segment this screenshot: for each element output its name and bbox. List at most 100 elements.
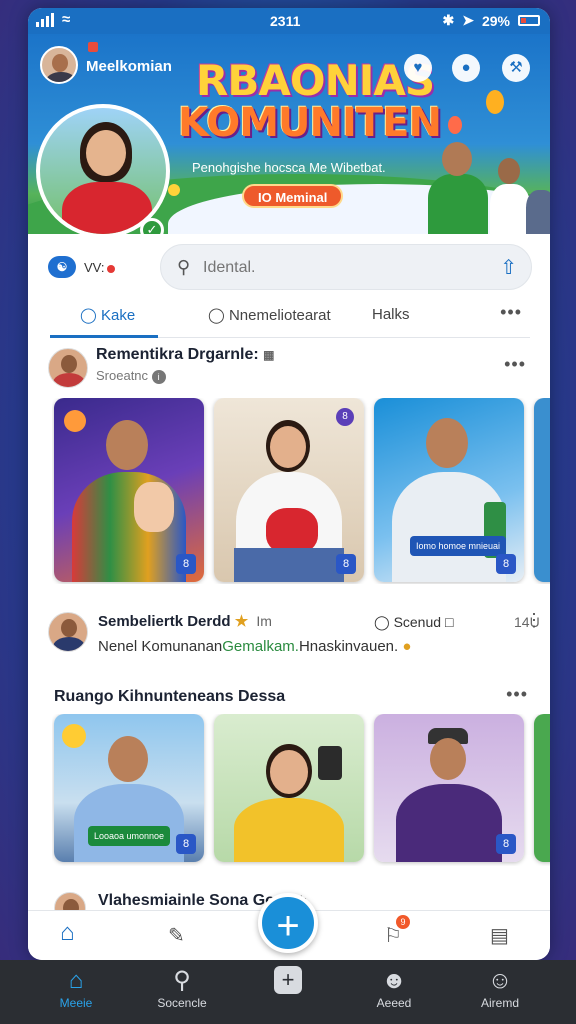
confetti	[88, 42, 98, 52]
dog-icon[interactable]: ●	[452, 54, 480, 82]
tools-icon[interactable]: ⚒	[502, 54, 530, 82]
media-card[interactable]: Looaoa umonnoe 8	[54, 714, 204, 862]
comment-text-prefix: Nenel Komunanan	[98, 638, 223, 655]
active-tab-indicator	[50, 335, 158, 338]
media-carousel[interactable]: Looaoa umonnoe 8 8	[52, 714, 550, 866]
info-icon: i	[151, 370, 166, 384]
search-bar[interactable]: ⚲ ⇧	[160, 244, 532, 290]
avatar[interactable]	[48, 612, 88, 652]
community-banner: Meelkomian RBAONIAS KOMUNITEN Penohgishe…	[28, 34, 550, 234]
media-badge: 8	[176, 834, 196, 854]
person-shirt	[396, 784, 502, 862]
nav-profile[interactable]: ☺ Airemd	[460, 966, 540, 1010]
post-header: Rementikra Drgarnle: ▦ Sroeatnc i •••	[48, 344, 530, 394]
person-head	[270, 750, 308, 794]
person-shirt	[74, 784, 184, 862]
comment-icon: ◯	[208, 307, 225, 324]
messages-icon[interactable]: ▤	[490, 923, 509, 948]
signal-icon	[36, 13, 54, 27]
tab-halks[interactable]: Halks	[372, 306, 410, 323]
balloon	[486, 90, 504, 114]
more-icon[interactable]: •••	[500, 302, 522, 323]
profile-icon: ☺	[487, 967, 513, 994]
search-icon: ⚲	[173, 967, 191, 994]
app-logo-icon[interactable]: ☯	[48, 256, 76, 278]
bluetooth-icon: ✱	[442, 12, 455, 28]
person-figure	[526, 190, 550, 234]
post-meta: Sroeatnc i	[96, 368, 166, 384]
app-window: ≈ 2311 ✱ ➤ 29% Meelkomian RBAONIAS KOMUN…	[28, 8, 550, 960]
nav-people[interactable]: ☻ Aeeed	[354, 966, 434, 1010]
section-options-icon[interactable]: •••	[506, 684, 528, 705]
app-label: VV:	[84, 260, 116, 275]
like-icon: □	[444, 614, 454, 630]
channel-name[interactable]: Meelkomian	[86, 58, 172, 75]
comment-icon: ◯	[374, 614, 390, 630]
emoji-sticker	[62, 724, 86, 748]
app-label-text: VV:	[84, 260, 105, 275]
comment-text-highlight: Gemalkam.	[222, 638, 299, 655]
banner-title-line1: RBAONIAS	[196, 56, 435, 105]
person-head	[426, 418, 468, 468]
media-top-badge: 8	[336, 408, 354, 426]
nav-search[interactable]: ⚲ Socencle	[142, 966, 222, 1010]
comment-author[interactable]: Sembeliertk Derdd ★ Im	[98, 612, 272, 630]
tab-bar: ◯ Kake ◯ Nnemeliotearat Halks •••	[50, 294, 530, 338]
media-card[interactable]: Iomo homoe mnieuai 8	[374, 398, 524, 582]
channel-avatar[interactable]	[40, 46, 78, 84]
jar-prop	[318, 746, 342, 780]
media-badge: 8	[496, 834, 516, 854]
nav-add[interactable]: +	[248, 966, 328, 994]
battery-percent: 29%	[481, 12, 510, 29]
post-author[interactable]: Rementikra Drgarnle: ▦	[96, 346, 275, 364]
app-bottom-bar: ⌂ ✎ + ⚐ 9 ▤	[28, 893, 550, 960]
media-caption: Iomo homoe mnieuai	[410, 536, 507, 556]
post-author-text: Rementikra Drgarnle:	[96, 346, 259, 363]
heart-icon[interactable]: ♥	[404, 54, 432, 82]
media-badge: 8	[496, 554, 516, 574]
home-icon[interactable]: ⌂	[60, 919, 75, 947]
person-figure	[428, 174, 488, 234]
edit-icon[interactable]: ✎	[168, 923, 185, 948]
balloon	[448, 116, 462, 134]
person-head	[108, 736, 148, 782]
media-card[interactable]: 8 8	[214, 398, 364, 582]
banner-button[interactable]: IO Meminal	[242, 184, 344, 208]
nav-label: Socencle	[157, 996, 207, 1010]
battery-icon	[518, 15, 540, 26]
media-carousel[interactable]: 8 8 8 Iomo homoe mnieuai 8	[52, 398, 550, 584]
tab-nnemeliotearat[interactable]: ◯ Nnemeliotearat	[208, 306, 331, 324]
media-card[interactable]	[534, 398, 550, 582]
media-card[interactable]: 8	[374, 714, 524, 862]
create-post-button[interactable]: +	[258, 893, 318, 953]
post-author-text: Vlahesmiainle Sona Go	[98, 892, 275, 909]
post-options-icon[interactable]: •••	[504, 354, 526, 375]
avatar[interactable]	[48, 348, 88, 388]
search-icon: ⚲	[177, 257, 191, 277]
banner-title-line2: KOMUNITEN	[178, 100, 442, 146]
person-head	[430, 738, 466, 780]
person-head	[270, 426, 306, 468]
media-card[interactable]	[534, 714, 550, 862]
section-title: Ruango Kihnunteneans Dessa	[54, 688, 286, 705]
profile-photo[interactable]	[36, 104, 170, 234]
tab-label: Kake	[100, 307, 136, 324]
avatar[interactable]	[54, 892, 86, 912]
share-icon[interactable]: ⇧	[500, 255, 517, 280]
comment-options-icon[interactable]: ⋮	[525, 610, 544, 631]
nav-home[interactable]: ⌂ Meeie	[36, 966, 116, 1010]
emoji-sticker	[64, 410, 86, 432]
media-card[interactable]	[214, 714, 364, 862]
jeans	[234, 548, 344, 582]
nav-label: Aeeed	[376, 996, 412, 1010]
status-bar: ≈ 2311 ✱ ➤ 29%	[28, 8, 550, 34]
people-icon: ☻	[381, 967, 407, 994]
reply-button[interactable]: ◯ Scenud □	[374, 614, 453, 631]
tab-kake[interactable]: ◯ Kake	[80, 306, 135, 324]
live-dot-icon	[107, 264, 116, 273]
media-card[interactable]: 8	[54, 398, 204, 582]
search-input[interactable]	[203, 257, 473, 279]
media-badge: 8	[336, 554, 356, 574]
comment-text-suffix: Hnaskinvauen.	[298, 638, 399, 655]
status-time: 2311	[270, 13, 301, 29]
